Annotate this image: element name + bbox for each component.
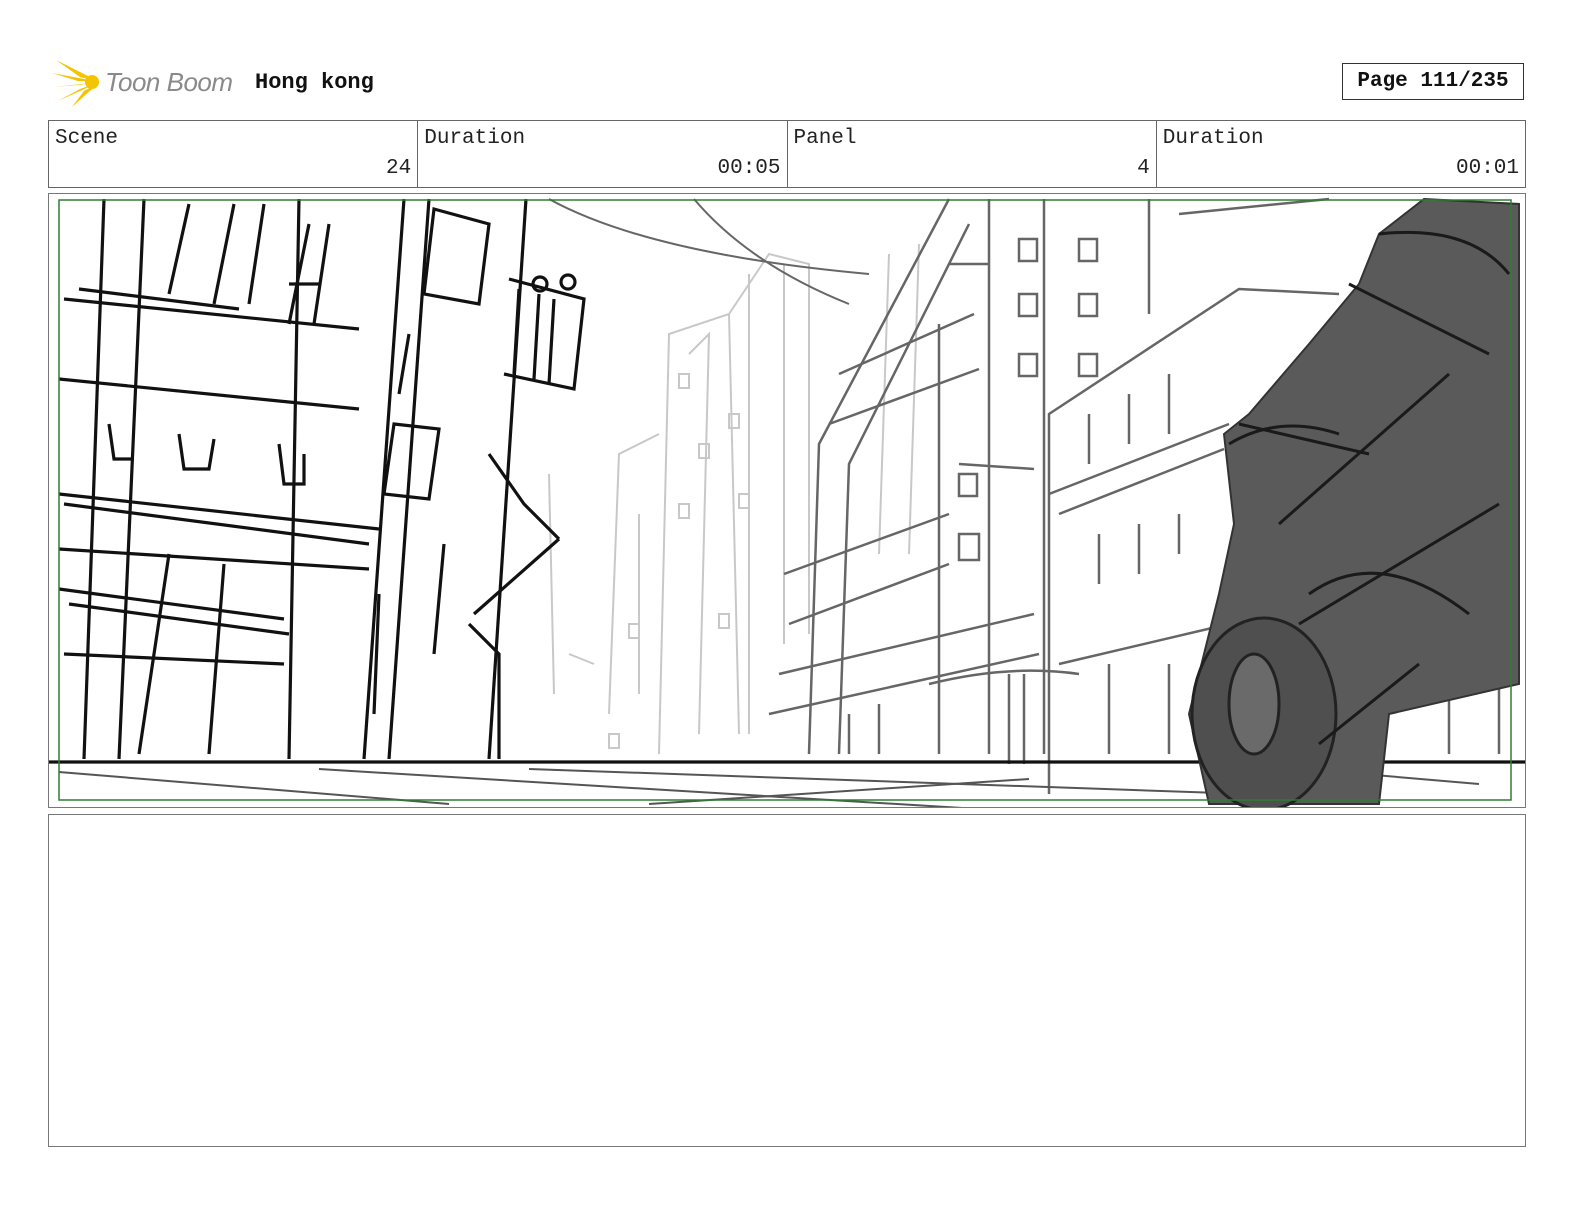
panel-cell: Panel 4 — [788, 121, 1157, 187]
project-title: Hong kong — [255, 70, 374, 95]
panel-duration-cell: Duration 00:01 — [1157, 121, 1525, 187]
panel-duration-value: 00:01 — [1455, 157, 1519, 180]
panel-label: Panel — [793, 127, 857, 150]
scene-info-row: Scene 24 Duration 00:05 Panel 4 Duration… — [48, 120, 1526, 188]
scene-value: 24 — [386, 157, 412, 180]
panel-value: 4 — [1137, 157, 1150, 180]
storyboard-panel-image — [48, 193, 1526, 808]
sky-lines — [548, 198, 870, 305]
panel-sketch — [49, 197, 1525, 807]
scene-duration-cell: Duration 00:05 — [418, 121, 788, 187]
panel-duration-label: Duration — [1162, 127, 1264, 150]
logo-text: Toon Boom — [105, 67, 233, 97]
scene-cell: Scene 24 — [49, 121, 419, 187]
page-indicator: Page 111/235 — [1342, 63, 1524, 100]
toon-boom-logo: Toon Boom — [50, 55, 240, 110]
scene-label: Scene — [55, 127, 119, 150]
panel-notes-box — [48, 814, 1526, 1147]
toon-boom-sun-icon — [52, 60, 100, 107]
scene-duration-value: 00:05 — [717, 157, 781, 180]
scene-duration-label: Duration — [424, 127, 526, 150]
background-buildings — [548, 243, 920, 755]
